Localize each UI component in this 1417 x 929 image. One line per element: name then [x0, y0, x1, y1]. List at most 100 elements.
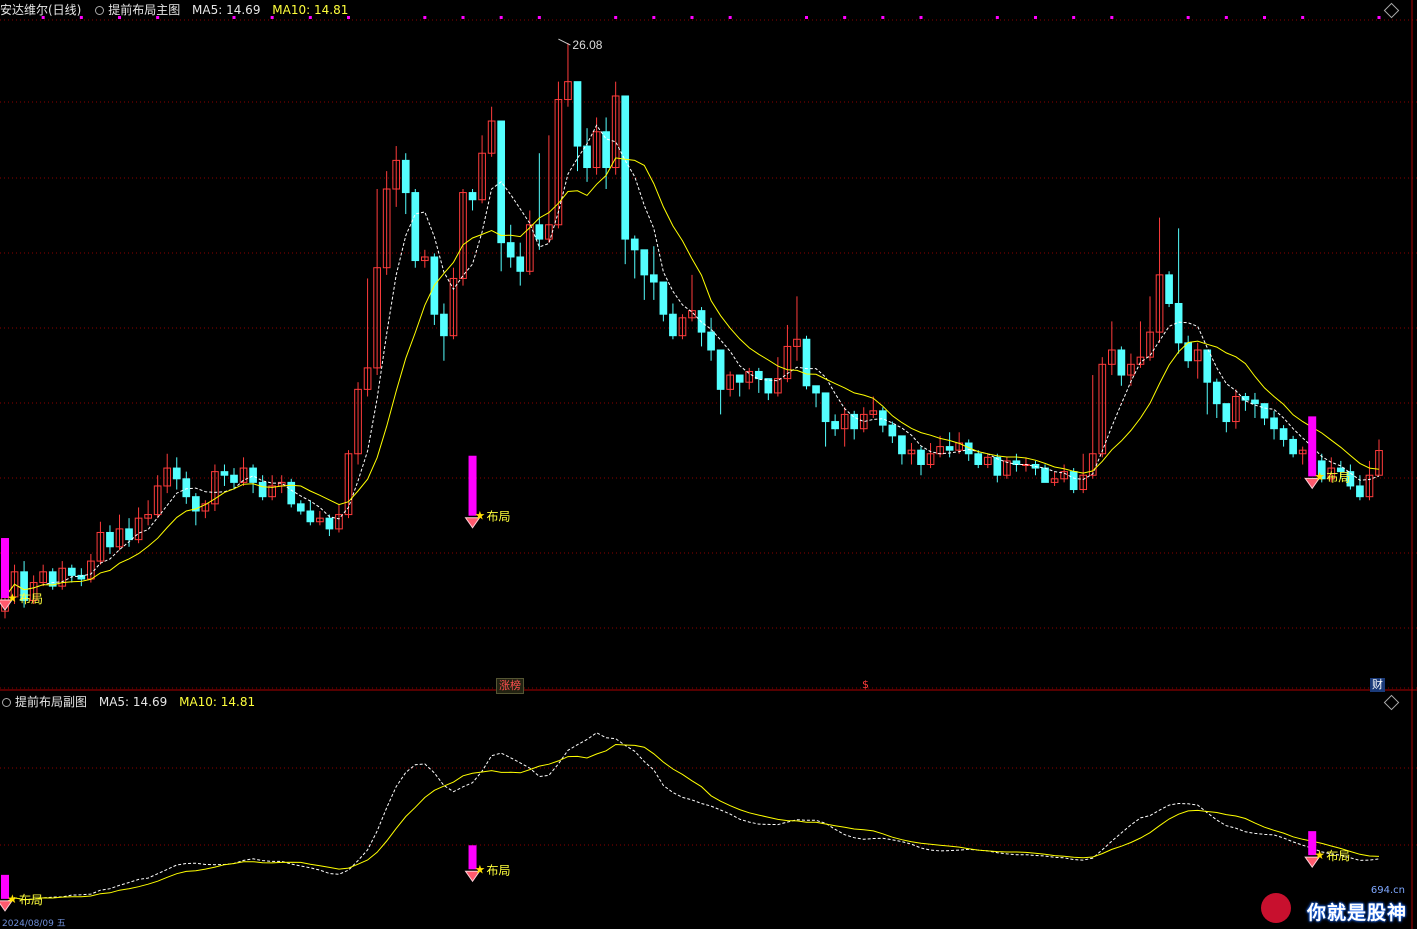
top-dot-marker: [423, 16, 427, 19]
top-dot-marker: [270, 16, 274, 19]
candle-body-down: [258, 481, 267, 498]
finance-flag[interactable]: 财: [1370, 678, 1385, 692]
candle-body-down: [67, 567, 76, 576]
candle-body-down: [440, 313, 448, 337]
candle-body-down: [306, 510, 315, 523]
watermark-text: 你就是股神: [1306, 902, 1407, 924]
candle-body-down: [1203, 349, 1212, 383]
top-dot-marker: [308, 16, 312, 19]
watermark-logo: 694.cn 你就是股神: [1257, 883, 1407, 925]
top-dot-marker: [614, 16, 618, 19]
signal-bar: [1, 538, 9, 599]
top-dot-marker: [881, 16, 885, 19]
signal-star-icon: ★: [7, 591, 18, 605]
signal-star-icon: ★: [1314, 469, 1325, 483]
candle-body-down: [583, 145, 591, 169]
candle-body-down: [1212, 381, 1221, 405]
candle-body-down: [659, 281, 668, 315]
watermark-site: 694.cn: [1370, 885, 1405, 896]
signal-star-icon: ★: [475, 509, 486, 523]
top-dot-marker: [347, 16, 350, 19]
candle-body-down: [669, 313, 677, 337]
top-dot-marker: [499, 16, 503, 19]
candle-body-down: [831, 421, 839, 430]
signal-label: 布局: [487, 863, 511, 877]
signal-star-icon: ★: [475, 862, 486, 876]
top-dot-marker: [1224, 16, 1228, 19]
candle-body-down: [640, 249, 649, 276]
top-dot-marker: [537, 16, 541, 19]
candle-body-down: [1260, 403, 1269, 419]
candle-body-down: [249, 467, 257, 483]
candle-body-down: [106, 531, 114, 548]
candle-body-down: [516, 256, 525, 272]
candlestick-chart[interactable]: 26.08★ 布局★ 布局★ 布局★ 布局★ 布局★ 布局: [0, 0, 1417, 929]
candle-body-down: [878, 410, 887, 426]
logo-icon: [1261, 893, 1291, 923]
candle-body-down: [697, 310, 706, 333]
candle-body-down: [1222, 403, 1231, 423]
top-dot-marker: [118, 16, 121, 19]
top-dot-marker: [1034, 16, 1037, 19]
candle-body-down: [125, 528, 133, 541]
candle-body-down: [506, 242, 515, 258]
top-dot-marker: [79, 16, 83, 19]
top-dot-marker: [919, 16, 923, 19]
ma5-line: [4, 124, 1380, 598]
signal-label: 布局: [1326, 470, 1350, 484]
signal-bar: [468, 455, 477, 516]
top-dot-marker: [156, 16, 160, 19]
candle-body-down: [812, 385, 820, 394]
candle-body-down: [468, 192, 477, 201]
signal-star-icon: ★: [7, 892, 18, 906]
dollar-flag[interactable]: $: [860, 678, 871, 692]
top-dot-marker: [461, 16, 465, 19]
top-dot-marker: [805, 16, 808, 19]
candle-body-down: [917, 449, 925, 465]
candle-body-down: [1251, 399, 1259, 405]
candle-body-down: [850, 413, 859, 430]
candle-body-down: [1289, 438, 1297, 455]
candle-body-down: [1165, 274, 1173, 304]
candle-body-down: [602, 131, 610, 169]
signal-star-icon: ★: [1314, 848, 1325, 862]
signal-label: 布局: [487, 510, 511, 524]
candle-body-down: [296, 503, 305, 512]
candle-body-down: [172, 467, 181, 480]
peak-label: 26.08: [572, 38, 602, 52]
top-dot-marker: [1301, 16, 1305, 19]
signal-label: 布局: [19, 893, 43, 907]
candle-body-down: [649, 274, 658, 283]
top-dot-marker: [1377, 16, 1381, 19]
top-dot-marker: [1263, 16, 1266, 19]
candle-body-down: [993, 456, 1002, 476]
candle-body-down: [821, 392, 830, 423]
candle-body-down: [945, 446, 954, 451]
top-dot-marker: [1072, 16, 1076, 19]
signal-label: 布局: [19, 592, 43, 606]
candle-body-down: [1279, 428, 1288, 440]
top-dot-marker: [995, 16, 999, 19]
limit-up-flag[interactable]: 涨榜: [496, 678, 524, 694]
candle-body-down: [1012, 460, 1021, 465]
candle-body-down: [1356, 485, 1364, 498]
candle-body-down: [707, 331, 715, 351]
candle-body-down: [802, 338, 811, 387]
candle-body-down: [1117, 349, 1126, 376]
candle-body-down: [182, 478, 191, 498]
candle-body-down: [735, 374, 744, 383]
top-dot-marker: [690, 16, 694, 19]
ma10-line: [4, 157, 1380, 598]
top-dot-marker: [232, 16, 236, 19]
top-dot-marker: [41, 16, 45, 19]
date-fragment: 2024/08/09 五: [2, 919, 66, 929]
signal-bar: [1308, 416, 1317, 477]
top-dot-marker: [652, 16, 656, 19]
signal-label: 布局: [1326, 849, 1350, 863]
candle-body-down: [888, 424, 897, 437]
candle-body-down: [411, 192, 420, 262]
candle-body-down: [325, 517, 334, 530]
candle-body-down: [974, 453, 983, 465]
candle-body-down: [1041, 467, 1049, 483]
candle-body-down: [573, 81, 582, 147]
